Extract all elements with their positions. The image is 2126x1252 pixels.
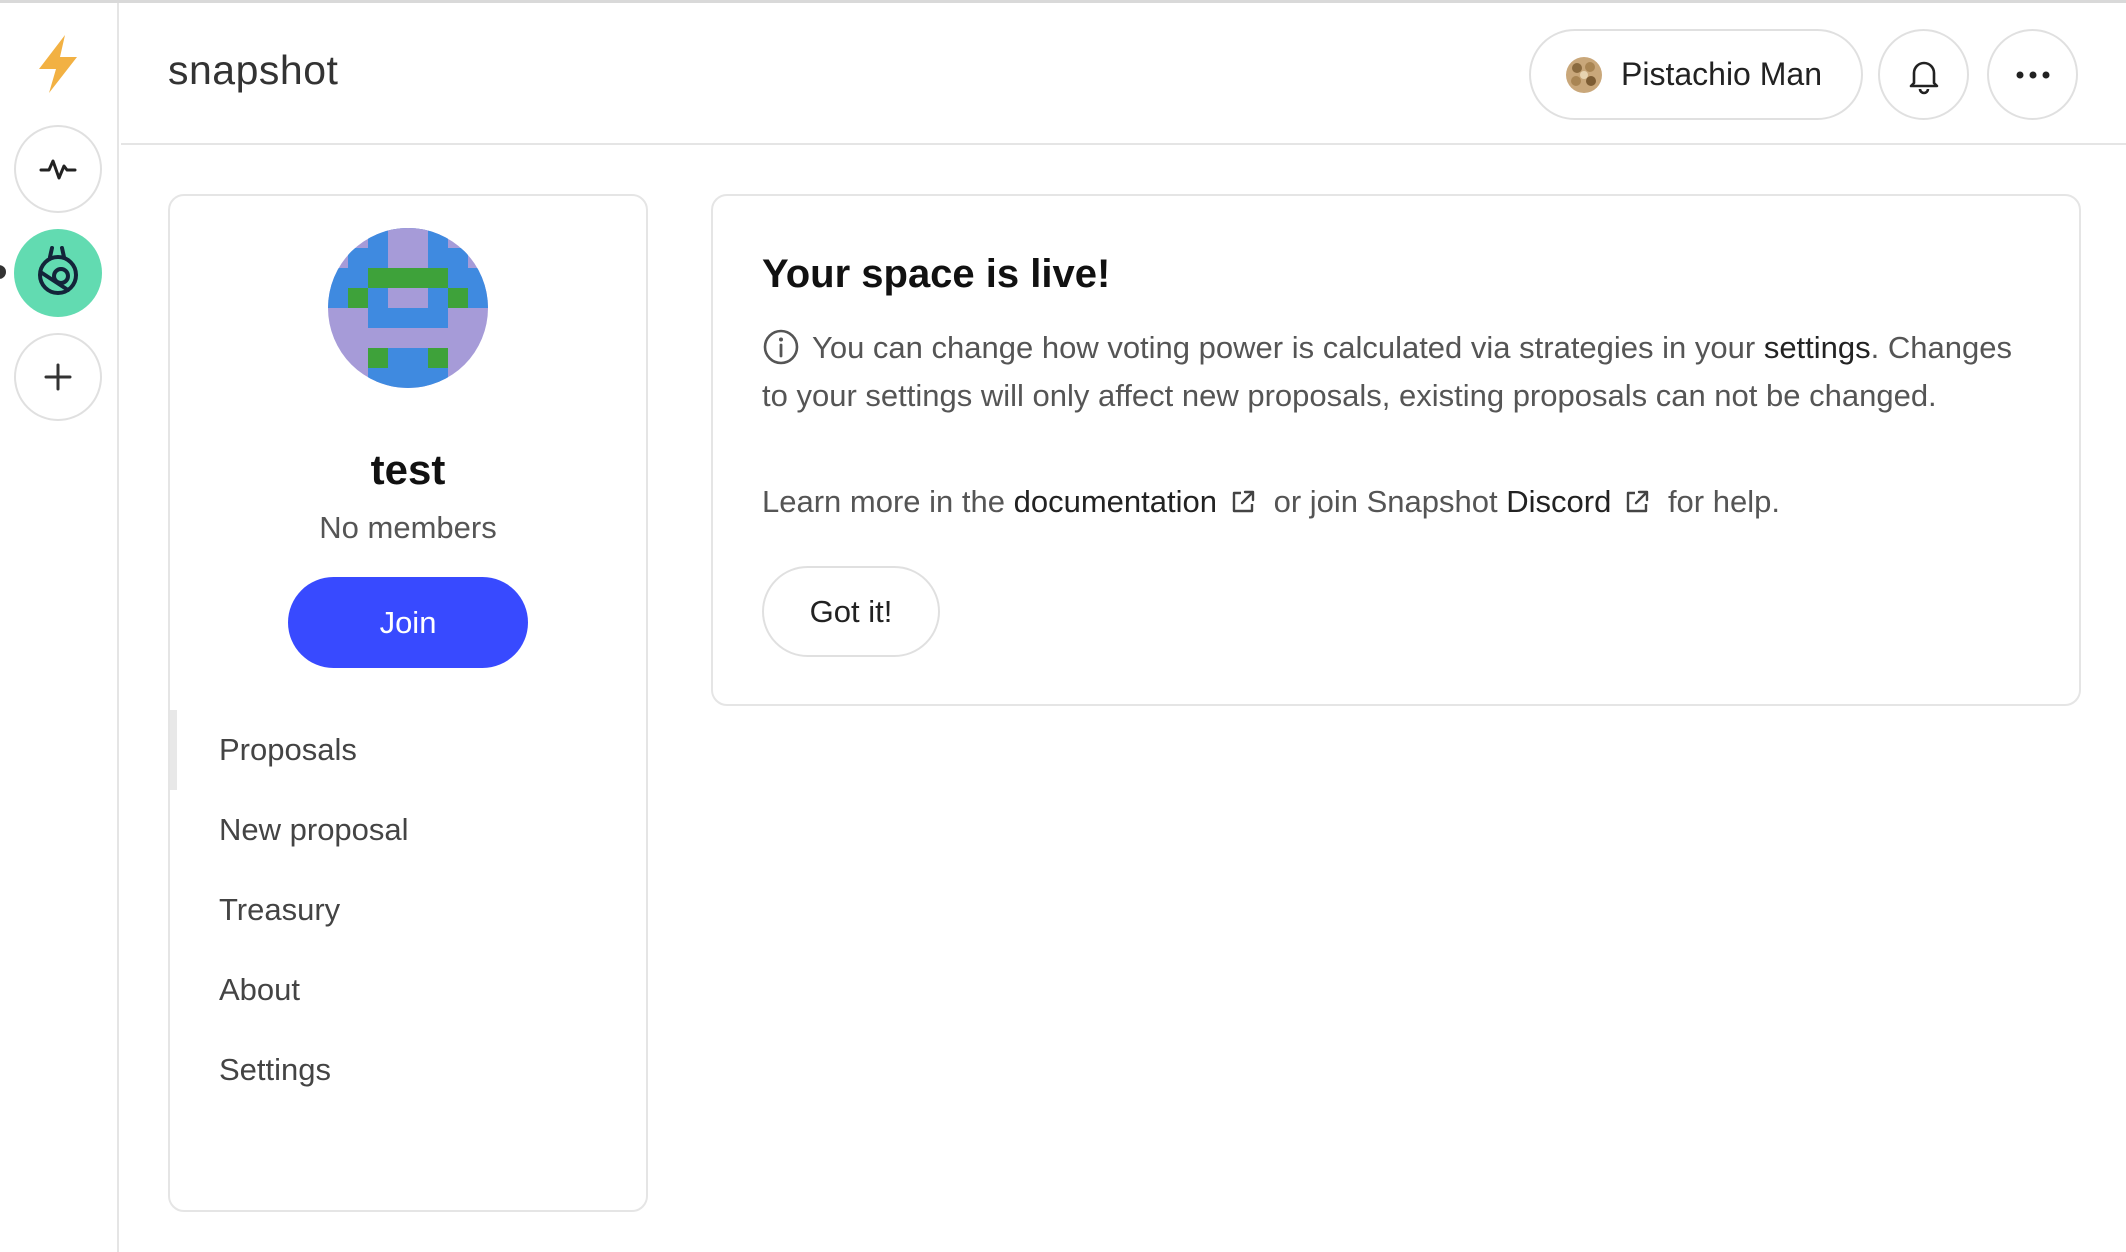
help-text-suffix: for help. (1659, 484, 1780, 519)
left-rail (0, 3, 119, 1252)
add-space-button[interactable] (14, 333, 102, 421)
notice-title: Your space is live! (762, 252, 1111, 296)
space-nav: Proposals New proposal Treasury About Se… (170, 710, 646, 1110)
help-text-prefix: Learn more in the (762, 484, 1014, 519)
external-link-icon (1232, 490, 1255, 513)
more-options-button[interactable] (1987, 29, 2078, 120)
help-text-middle: or join Snapshot (1264, 484, 1507, 519)
got-it-button[interactable]: Got it! (762, 566, 940, 657)
active-space-indicator (0, 265, 6, 279)
nav-item-new-proposal[interactable]: New proposal (170, 790, 646, 870)
space-member-count: No members (319, 510, 497, 545)
lightning-bolt-icon[interactable] (29, 33, 87, 95)
notifications-button[interactable] (1878, 29, 1969, 120)
external-link-icon (1627, 490, 1649, 513)
space-sidebar-card: test No members Join Proposals New propo… (168, 194, 648, 1212)
bell-icon (1909, 61, 1938, 94)
nav-item-proposals[interactable]: Proposals (170, 710, 646, 790)
notice-message: You can change how voting power is calcu… (762, 324, 2022, 420)
space-live-notice: Your space is live! You can change how v… (711, 194, 2081, 706)
notice-help-links: Learn more in the documentation or join … (762, 478, 2022, 526)
space-avatar (328, 228, 488, 388)
activity-icon (39, 159, 77, 180)
nav-item-about[interactable]: About (170, 950, 646, 1030)
info-icon (763, 329, 799, 365)
brand-name[interactable]: snapshot (168, 47, 338, 94)
discord-link[interactable]: Discord (1506, 484, 1611, 519)
settings-link[interactable]: settings (1764, 330, 1871, 365)
top-header: snapshot Pistachio Man (121, 3, 2126, 145)
pistachio-avatar-icon (1566, 56, 1602, 93)
space-avatar-icon (38, 246, 78, 295)
nav-item-settings[interactable]: Settings (170, 1030, 646, 1110)
space-switch-button[interactable] (14, 229, 102, 317)
notice-text-part-1: You can change how voting power is calcu… (812, 330, 1764, 365)
account-name: Pistachio Man (1621, 56, 1822, 92)
space-name: test (370, 446, 446, 493)
documentation-link[interactable]: documentation (1014, 484, 1217, 519)
nav-item-treasury[interactable]: Treasury (170, 870, 646, 950)
activity-button[interactable] (14, 125, 102, 213)
account-button[interactable]: Pistachio Man (1529, 29, 1863, 120)
plus-icon (44, 363, 72, 391)
join-button[interactable]: Join (288, 577, 528, 668)
more-horizontal-icon (2016, 71, 2049, 78)
